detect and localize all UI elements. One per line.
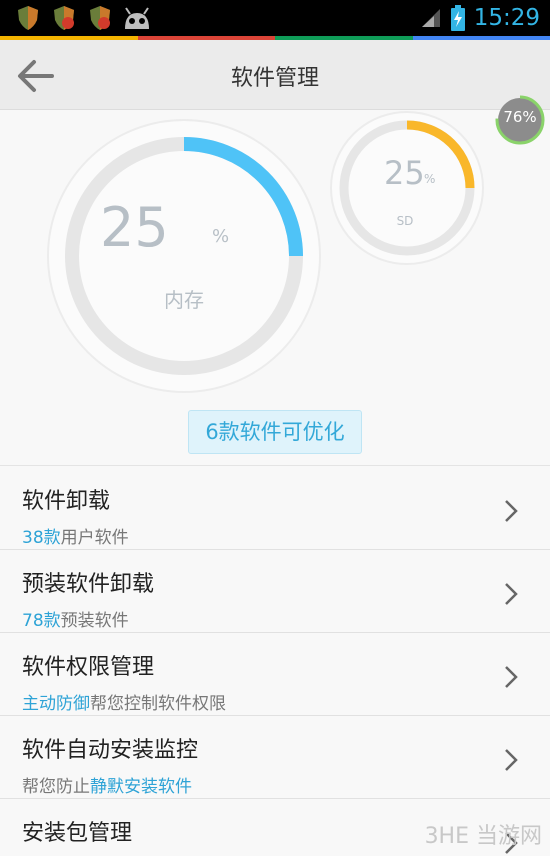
list-item-subtitle: 帮您防止静默安装软件	[22, 777, 192, 797]
list-item-subtitle: 38款用户软件	[22, 528, 129, 548]
list-item-uninstall[interactable]: 软件卸载 38款用户软件	[0, 467, 550, 550]
list-item-preinstalled-uninstall[interactable]: 预装软件卸载 78款预装软件	[0, 550, 550, 633]
site-watermark: 3HE 当游网	[424, 824, 542, 849]
memory-percent-unit: %	[212, 226, 230, 247]
list-item-title: 软件自动安装监控	[22, 738, 199, 763]
mini-usage-value: 76%	[503, 108, 537, 126]
memory-percent-value: 25	[100, 196, 169, 259]
chevron-right-icon	[505, 583, 518, 605]
list-item-title: 软件权限管理	[22, 655, 155, 680]
status-bar: 15:29	[0, 0, 550, 36]
management-list: 软件卸载 38款用户软件 预装软件卸载 78款预装软件 软件权限管理 主动防御帮…	[0, 467, 550, 856]
optimize-button[interactable]: 6款软件可优化	[188, 410, 362, 454]
cyanogen-android-icon	[125, 7, 149, 29]
app-header: 软件管理	[0, 40, 550, 110]
shield-alert-icon	[90, 6, 110, 30]
sd-label: SD	[396, 214, 414, 228]
chevron-right-icon	[505, 500, 518, 522]
sd-percent-unit: %	[424, 172, 436, 186]
list-item-subtitle: 主动防御帮您控制软件权限	[22, 694, 226, 714]
chevron-right-icon	[505, 749, 518, 771]
list-item-install-monitor[interactable]: 软件自动安装监控 帮您防止静默安装软件	[0, 716, 550, 799]
memory-gauge[interactable]	[44, 116, 324, 396]
signal-icon	[421, 9, 440, 27]
list-item-title: 安装包管理	[22, 821, 133, 846]
battery-charging-icon	[450, 5, 465, 31]
page-title: 软件管理	[230, 66, 319, 91]
list-item-permissions[interactable]: 软件权限管理 主动防御帮您控制软件权限	[0, 633, 550, 716]
chevron-right-icon	[505, 666, 518, 688]
memory-label: 内存	[164, 288, 204, 312]
shield-icon	[18, 6, 38, 30]
list-item-title: 软件卸载	[22, 489, 111, 514]
shield-download-icon	[54, 6, 74, 30]
sd-percent-value: 25	[384, 154, 425, 192]
storage-gauges: 25 % 内存 25 % SD 76% 6款软件可优化	[0, 95, 550, 466]
list-item-subtitle: 78款预装软件	[22, 611, 129, 631]
list-item-title: 预装软件卸载	[22, 572, 155, 597]
clock: 15:29	[473, 5, 540, 31]
